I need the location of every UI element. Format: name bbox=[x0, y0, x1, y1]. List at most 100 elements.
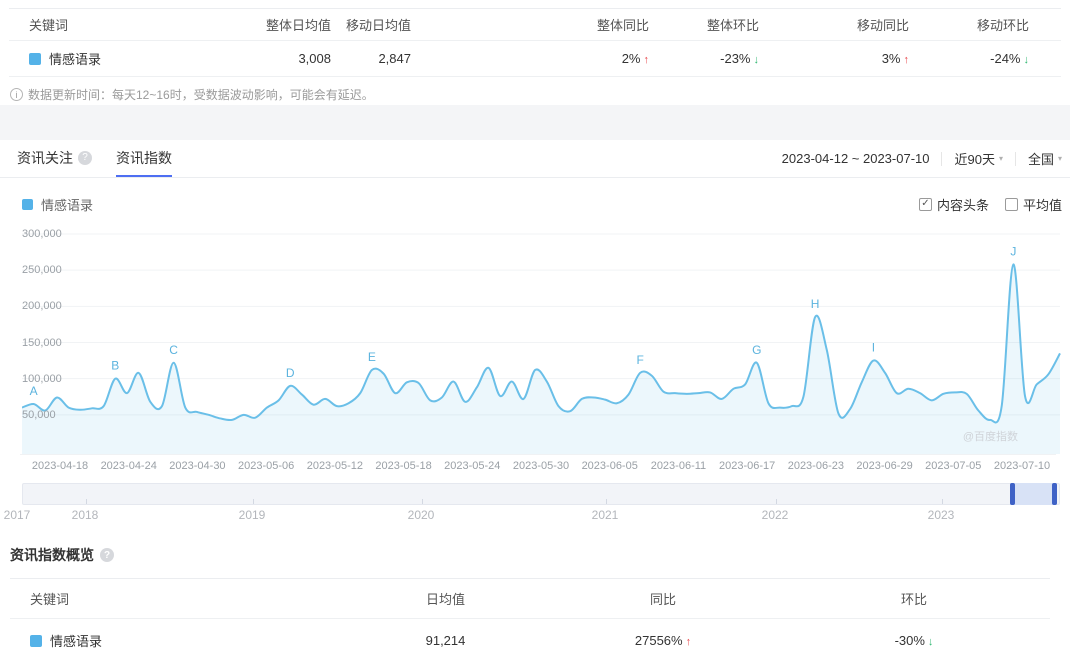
trend-chart[interactable]: ABCDEFGHIJ 50,000 100,000 150,000 200,000 25… bbox=[20, 226, 1061, 455]
col-overall-yoy: 整体同比 bbox=[411, 8, 649, 41]
down-arrow-icon: ↓ bbox=[927, 636, 934, 649]
slider-tick bbox=[606, 499, 607, 504]
timeline-year-2019: 2019 bbox=[238, 508, 266, 522]
peak-label-A: A bbox=[30, 384, 38, 398]
data-update-note: i 数据更新时间：每天12~16时，受数据波动影响，可能会有延迟。 bbox=[10, 86, 1070, 103]
chart-controls: 2023-04-12 ~ 2023-07-10 近90天 ▾ 全国 ▾ bbox=[782, 140, 1070, 177]
overall-yoy-value: 2% ↑ bbox=[411, 40, 650, 77]
overall-mom-value: -23% ↓ bbox=[649, 40, 760, 77]
summary-header-row: 关键词 整体日均值 移动日均值 整体同比 整体环比 移动同比 移动环比 bbox=[9, 8, 1061, 41]
peak-label-I: I bbox=[872, 341, 875, 355]
region-selector[interactable]: 全国 ▾ bbox=[1028, 149, 1062, 168]
col-yoy: 同比 bbox=[548, 578, 778, 619]
x-tick-label: 2023-05-18 bbox=[375, 460, 432, 472]
legend-item-keyword[interactable]: 情感语录 bbox=[22, 195, 93, 214]
x-tick-label: 2023-06-17 bbox=[719, 460, 776, 472]
x-tick-label: 2023-04-30 bbox=[169, 460, 226, 472]
up-arrow-icon: ↑ bbox=[685, 636, 692, 649]
peak-label-B: B bbox=[111, 359, 119, 373]
timeline-year-2021: 2021 bbox=[591, 508, 619, 522]
overview-header-row: 关键词 日均值 同比 环比 bbox=[10, 578, 1050, 619]
x-tick-label: 2023-06-11 bbox=[650, 460, 707, 472]
info-icon: i bbox=[10, 88, 23, 101]
keyword-summary-card: 关键词 整体日均值 移动日均值 整体同比 整体环比 移动同比 移动环比 情感语录… bbox=[0, 0, 1070, 105]
checkbox-content-headlines[interactable]: ✓ 内容头条 bbox=[918, 195, 989, 214]
x-tick-label: 2023-05-06 bbox=[238, 460, 295, 472]
daily-avg-value: 91,214 bbox=[425, 633, 466, 649]
slider-selected-range[interactable] bbox=[1010, 483, 1058, 505]
col-overall-daily-avg: 整体日均值 bbox=[249, 8, 331, 41]
mobile-mom-value: -24% ↓ bbox=[909, 40, 1061, 77]
checked-checkbox-icon: ✓ bbox=[918, 197, 932, 211]
overview-section-title: 资讯指数概览 ? bbox=[0, 545, 1070, 565]
divider bbox=[1014, 151, 1016, 166]
divider bbox=[941, 151, 943, 166]
yoy-value: 27556% ↑ bbox=[634, 633, 692, 649]
mom-value: -30% ↓ bbox=[894, 633, 934, 649]
x-tick-label: 2023-04-18 bbox=[31, 460, 89, 472]
col-daily-avg: 日均值 bbox=[343, 578, 548, 619]
section-divider-band bbox=[0, 105, 1070, 140]
unchecked-checkbox-icon bbox=[1004, 197, 1018, 211]
legend-row: 情感语录 ✓ 内容头条 平均值 bbox=[0, 194, 1070, 214]
x-tick-label: 2023-04-24 bbox=[100, 460, 157, 472]
slider-tick bbox=[422, 499, 423, 504]
timeline-year-2017: 2017 bbox=[3, 508, 31, 522]
col-mobile-daily-avg: 移动日均值 bbox=[331, 8, 411, 41]
chevron-down-icon: ▾ bbox=[1057, 154, 1062, 163]
peak-label-E: E bbox=[368, 350, 376, 364]
news-index-overview-section: 资讯指数概览 ? 关键词 日均值 同比 环比 情感语录 91,214 27556… bbox=[0, 545, 1070, 660]
slider-right-handle[interactable] bbox=[1052, 483, 1058, 505]
x-tick-label: 2023-07-10 bbox=[993, 460, 1051, 472]
date-range-display[interactable]: 2023-04-12 ~ 2023-07-10 bbox=[782, 151, 930, 166]
period-selector[interactable]: 近90天 ▾ bbox=[954, 149, 1002, 168]
baidu-index-watermark: @百度指数 bbox=[962, 431, 1018, 443]
x-axis-labels: 2023-04-18 2023-04-24 2023-04-30 2023-05-06… bbox=[20, 458, 1062, 474]
mobile-yoy-value: 3% ↑ bbox=[759, 40, 909, 77]
keyword-color-swatch bbox=[29, 53, 41, 65]
summary-data-row: 情感语录 3,008 2,847 2% ↑ -23% ↓ 3% ↑ -24% ↓ bbox=[9, 40, 1061, 77]
chart-options: ✓ 内容头条 平均值 bbox=[918, 195, 1062, 214]
slider-tick bbox=[776, 499, 777, 504]
col-mobile-mom: 移动环比 bbox=[909, 8, 1061, 41]
timeline-year-labels: 2017 2018 2019 2020 2021 2022 2023 bbox=[4, 505, 1060, 523]
trend-chart-svg: A B C D E F G H I J bbox=[22, 233, 1061, 454]
legend-label: 情感语录 bbox=[41, 197, 94, 213]
keyword-cell[interactable]: 情感语录 bbox=[9, 40, 249, 77]
col-mobile-yoy: 移动同比 bbox=[759, 8, 909, 41]
peak-label-D: D bbox=[286, 366, 295, 380]
legend-color-swatch bbox=[22, 198, 33, 210]
timeline-zoom-slider[interactable] bbox=[22, 483, 1060, 505]
peak-label-C: C bbox=[169, 343, 178, 357]
peak-label-J: J bbox=[1010, 244, 1016, 258]
keyword-cell[interactable]: 情感语录 bbox=[10, 619, 343, 660]
slider-tick bbox=[86, 499, 87, 504]
slider-tick bbox=[942, 499, 943, 504]
peak-label-H: H bbox=[811, 297, 820, 311]
x-tick-label: 2023-07-05 bbox=[925, 460, 982, 472]
mobile-daily-avg-value: 2,847 bbox=[331, 40, 411, 77]
down-arrow-icon: ↓ bbox=[753, 54, 760, 66]
help-icon[interactable]: ? bbox=[78, 150, 92, 165]
down-arrow-icon: ↓ bbox=[1023, 54, 1030, 66]
peak-label-G: G bbox=[752, 343, 761, 357]
col-keyword: 关键词 bbox=[9, 8, 249, 41]
tabs-bar: 资讯关注 ? 资讯指数 2023-04-12 ~ 2023-07-10 近90天… bbox=[0, 140, 1070, 178]
x-tick-label: 2023-06-05 bbox=[581, 460, 638, 472]
help-icon[interactable]: ? bbox=[100, 548, 114, 562]
chevron-down-icon: ▾ bbox=[998, 154, 1003, 163]
timeline-year-2020: 2020 bbox=[407, 508, 435, 522]
tab-news-index[interactable]: 资讯指数 bbox=[116, 140, 172, 177]
overall-daily-avg-value: 3,008 bbox=[249, 40, 331, 77]
up-arrow-icon: ↑ bbox=[643, 54, 650, 66]
keyword-summary-table: 关键词 整体日均值 移动日均值 整体同比 整体环比 移动同比 移动环比 情感语录… bbox=[9, 8, 1061, 77]
keyword-label: 情感语录 bbox=[50, 634, 103, 650]
checkbox-average-value[interactable]: 平均值 bbox=[1004, 195, 1062, 214]
x-tick-label: 2023-05-24 bbox=[444, 460, 501, 472]
col-mom: 环比 bbox=[778, 578, 1050, 619]
tab-news-attention[interactable]: 资讯关注 ? bbox=[17, 140, 92, 177]
col-keyword: 关键词 bbox=[10, 578, 343, 619]
timeline-year-2023: 2023 bbox=[927, 508, 955, 522]
slider-left-handle[interactable] bbox=[1010, 483, 1016, 505]
timeline-year-2022: 2022 bbox=[761, 508, 789, 522]
